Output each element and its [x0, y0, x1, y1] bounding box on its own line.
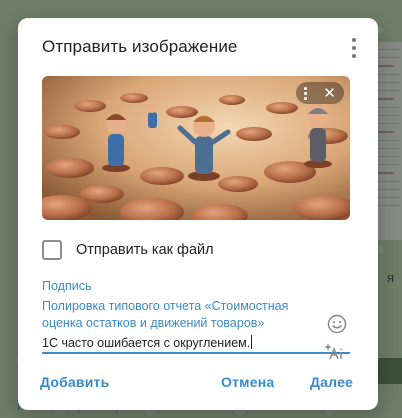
dialog-title: Отправить изображение	[42, 37, 238, 56]
send-as-file-label: Отправить как файл	[76, 242, 214, 258]
add-button[interactable]: Добавить	[40, 374, 109, 390]
image-controls: ✕	[296, 82, 344, 104]
caption-label: Подпись	[42, 279, 92, 293]
kebab-vertical-icon[interactable]	[350, 38, 358, 58]
caption-text-line: 1С часто ошибается с округлением.	[42, 335, 253, 350]
close-icon[interactable]: ✕	[323, 86, 336, 101]
smiley-icon[interactable]	[327, 314, 347, 334]
text-caret	[251, 335, 253, 349]
image-preview[interactable]: ✕	[42, 76, 350, 220]
ai-text-icon[interactable]	[324, 342, 344, 360]
figurine-small	[147, 103, 157, 128]
cancel-button[interactable]: Отмена	[221, 374, 274, 390]
send-as-file-row[interactable]: Отправить как файл	[42, 240, 214, 260]
send-image-dialog: Отправить изображение ✕ Отправить как фа…	[18, 18, 378, 410]
send-as-file-checkbox[interactable]	[42, 240, 62, 260]
kebab-vertical-icon[interactable]	[304, 86, 308, 100]
caption-value: 1С часто ошибается с округлением.	[42, 336, 251, 350]
next-button[interactable]: Далее	[310, 374, 353, 390]
caption-input[interactable]: Полировка типового отчета «Стоимостная о…	[42, 298, 350, 360]
caption-quote: Полировка типового отчета «Стоимостная о…	[42, 299, 289, 330]
